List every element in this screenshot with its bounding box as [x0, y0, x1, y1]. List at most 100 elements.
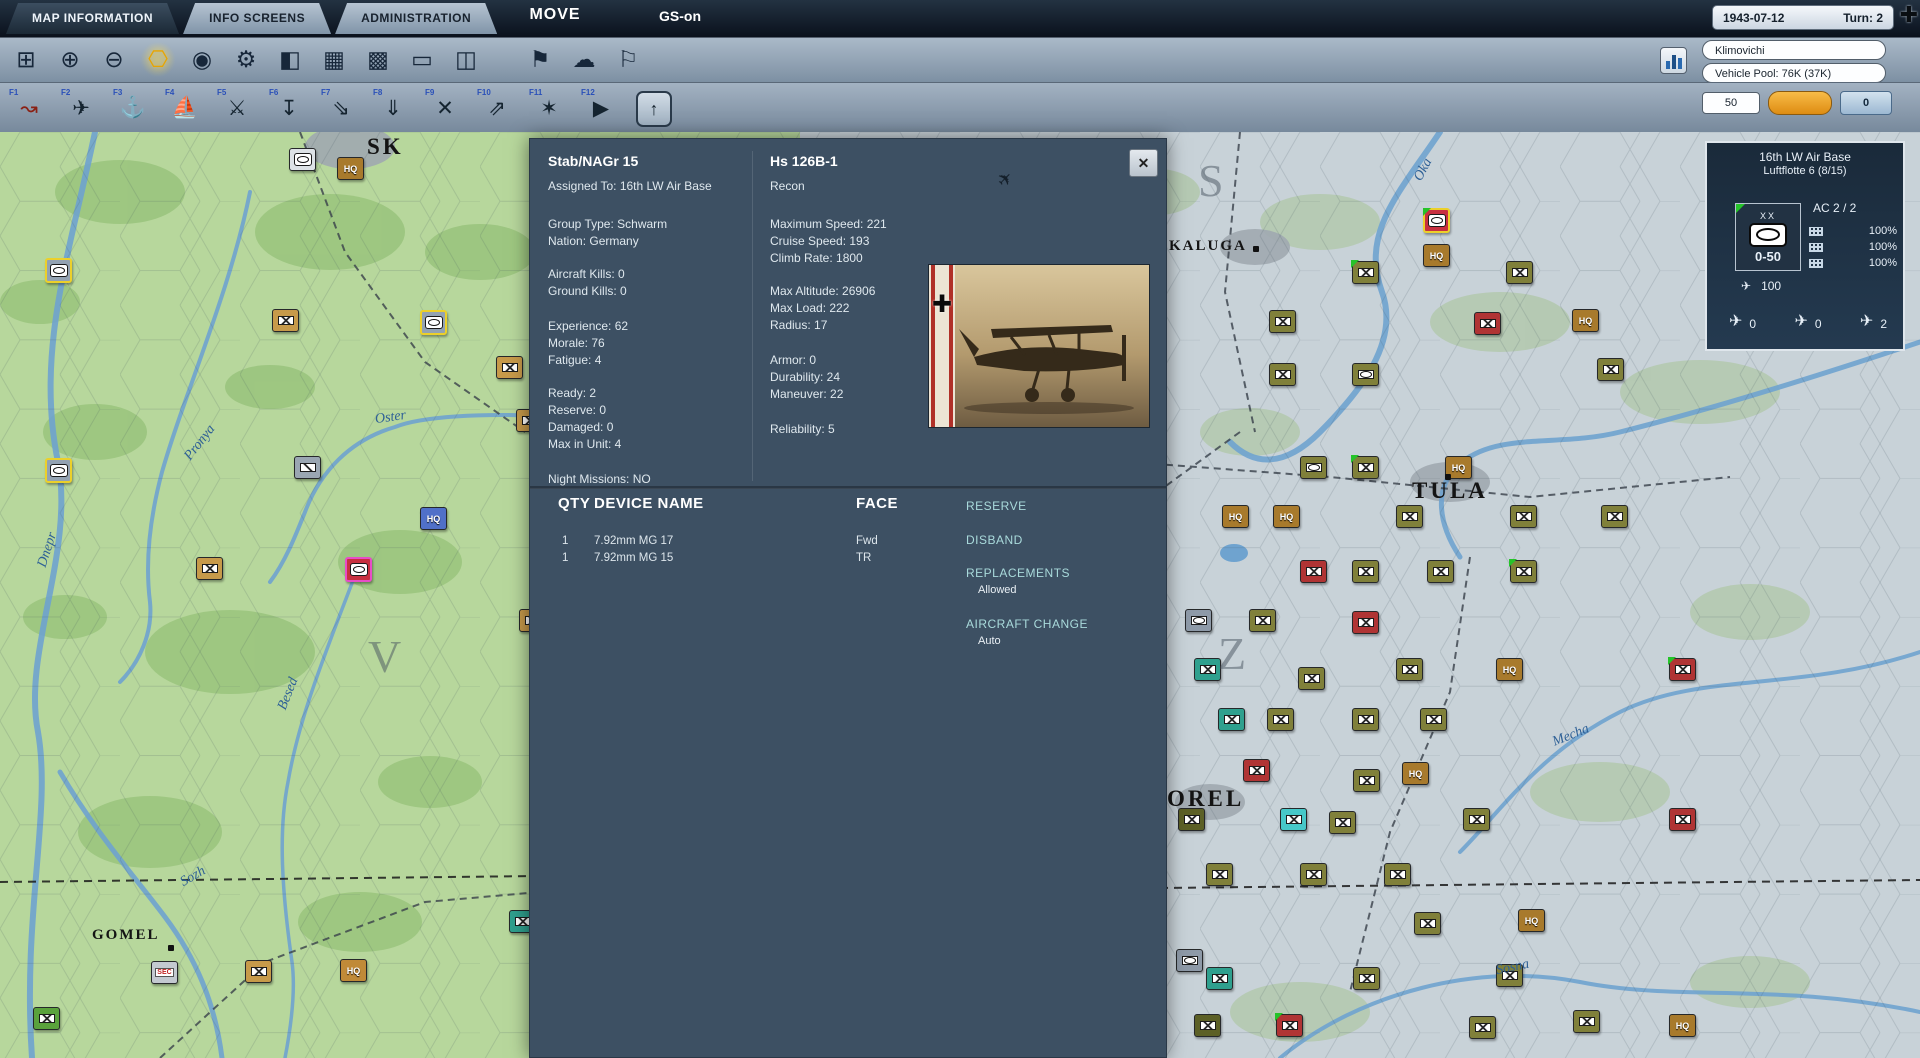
base-name: 16th LW Air Base — [1707, 150, 1903, 164]
air-lift-icon[interactable]: F10⇗ — [474, 87, 520, 129]
tab-info-screens[interactable]: INFO SCREENS — [183, 3, 331, 34]
map-label: S — [1198, 154, 1224, 207]
damaged: Damaged: 0 — [548, 420, 613, 434]
morale: Morale: 76 — [548, 336, 605, 350]
face-header: FACE — [856, 495, 898, 512]
base-counter[interactable]: XX 0-50 — [1735, 203, 1801, 271]
fkey-label: F6 — [269, 88, 278, 97]
group-type: Group Type: Schwarm — [548, 217, 667, 231]
weather-icon[interactable]: ☁ — [566, 42, 602, 77]
cruise-speed: Cruise Speed: 193 — [770, 234, 869, 248]
tab-administration[interactable]: ADMINISTRATION — [335, 3, 497, 34]
map-label: KALUGA — [1169, 238, 1247, 255]
progress-pill[interactable] — [1768, 91, 1832, 115]
maneuver: Maneuver: 22 — [770, 387, 843, 401]
aircraft-kills: Aircraft Kills: 0 — [548, 267, 625, 281]
tab-map-information[interactable]: MAP INFORMATION — [6, 3, 179, 34]
turn-label: Turn: 2 — [1843, 11, 1883, 25]
max-load: Max Load: 222 — [770, 301, 849, 315]
map-label: Oka — [1411, 156, 1436, 184]
minimap-icon[interactable]: ▭ — [404, 42, 440, 77]
zoom-out-icon[interactable]: ⊖ — [96, 42, 132, 77]
settings-icon[interactable]: ⚙ — [228, 42, 264, 77]
map-label: Pronya — [182, 422, 220, 464]
gs-toggle[interactable]: GS-on — [645, 8, 715, 24]
readiness-row: 100% — [1809, 255, 1897, 271]
aircraft-change-link[interactable]: AIRCRAFT CHANGE — [966, 617, 1088, 631]
execute-icon[interactable]: F12▶ — [578, 87, 624, 129]
naval-air-icon[interactable]: F3⚓ — [110, 87, 156, 129]
ground-attack-icon[interactable]: F7⇘ — [318, 87, 364, 129]
city-dot — [1445, 474, 1451, 480]
air-directive-icon[interactable]: F1↝ — [6, 87, 52, 129]
reserve-link[interactable]: RESERVE — [966, 499, 1027, 513]
durability: Durability: 24 — [770, 370, 840, 384]
zoom-in-icon[interactable]: ⊕ — [52, 42, 88, 77]
hex-mode-icon[interactable]: ⎔ — [140, 42, 176, 77]
assigned-to: Assigned To: 16th LW Air Base — [548, 179, 712, 193]
air-transfer-icon[interactable]: F2✈ — [58, 87, 104, 129]
aircraft-photo: ✚ — [928, 264, 1150, 428]
column-divider — [752, 151, 753, 481]
tail-band: ✚ — [929, 265, 955, 427]
replacements-link[interactable]: REPLACEMENTS — [966, 566, 1070, 580]
top-menu-bar: MAP INFORMATIONINFO SCREENSADMINISTRATIO… — [0, 0, 1920, 37]
air-landing-icon[interactable]: F6↧ — [266, 87, 312, 129]
fkey-label: F7 — [321, 88, 330, 97]
climb-rate: Climb Rate: 1800 — [770, 251, 863, 265]
ground-kills: Ground Kills: 0 — [548, 284, 627, 298]
range-value: 100 — [1761, 279, 1781, 293]
stats-icon[interactable]: ▩ — [360, 42, 396, 77]
plane-icon: ✈ — [1860, 311, 1873, 331]
aircraft-model: Hs 126B-1 — [770, 153, 838, 169]
status-grid-icon — [1809, 243, 1823, 252]
fkey-label: F4 — [165, 88, 174, 97]
chart-icon[interactable] — [1660, 47, 1687, 74]
plane-icon: ✈ — [1741, 279, 1751, 293]
aircraft-count: ✈2 — [1860, 311, 1887, 331]
aircraft-count: ✈0 — [1794, 311, 1821, 331]
map-overlay-icon[interactable]: ◧ — [272, 42, 308, 77]
night-missions: Night Missions: NO — [548, 472, 651, 486]
aircraft-change-value: Auto — [978, 635, 1001, 647]
readiness-list: 100%100%100% — [1809, 223, 1897, 271]
aircraft-count-label: AC 2 / 2 — [1813, 201, 1856, 215]
disband-link[interactable]: DISBAND — [966, 533, 1023, 547]
bookmark-icon[interactable]: ⚑ — [522, 42, 558, 77]
counters-icon[interactable]: ◉ — [184, 42, 220, 77]
end-flag-icon[interactable]: ⚐ — [610, 42, 646, 77]
turn-date-box: 1943-07-12 Turn: 2 — [1712, 5, 1894, 30]
fkey-label: F8 — [373, 88, 382, 97]
map-label: OREL — [1167, 786, 1244, 812]
max-speed: Maximum Speed: 221 — [770, 217, 887, 231]
windows-icon[interactable]: ⊞ — [8, 42, 44, 77]
armor: Armor: 0 — [770, 353, 816, 367]
close-icon[interactable]: ✕ — [1129, 149, 1158, 177]
group-name: Stab/NAGr 15 — [548, 153, 638, 169]
base-command: Luftflotte 6 (8/15) — [1707, 165, 1903, 177]
naval-patrol-icon[interactable]: F4⛵ — [162, 87, 208, 129]
strike-icon[interactable]: F11✶ — [526, 87, 572, 129]
fkey-label: F11 — [529, 88, 542, 97]
map-label: SK — [367, 134, 404, 160]
counter-strength: 0-50 — [1755, 249, 1781, 264]
move-mode-label[interactable]: MOVE — [515, 6, 595, 24]
bombing-icon[interactable]: F8⇓ — [370, 87, 416, 129]
map-toolbar: ⊞⊕⊖⎔◉⚙◧▦▩▭◫⚑☁⚐ Klimovichi Vehicle Pool: … — [0, 37, 1920, 82]
screens-icon[interactable]: ◫ — [448, 42, 484, 77]
map-label: GOMEL — [92, 927, 160, 944]
map-label: TULA — [1412, 478, 1488, 504]
recon-mission-icon[interactable]: F9✕ — [422, 87, 468, 129]
menu-tabs: MAP INFORMATIONINFO SCREENSADMINISTRATIO… — [6, 3, 497, 34]
crosshair-icon[interactable]: ✚ — [1900, 2, 1918, 28]
air-superiority-icon[interactable]: F5⚔ — [214, 87, 260, 129]
nation: Nation: Germany — [548, 234, 639, 248]
aircraft-icon: ✈ — [993, 167, 1019, 193]
game-window: MAP INFORMATIONINFO SCREENSADMINISTRATIO… — [0, 0, 1920, 1058]
ready: Ready: 2 — [548, 386, 596, 400]
fkey-label: F5 — [217, 88, 226, 97]
unit-list-icon[interactable]: ▦ — [316, 42, 352, 77]
up-level-button[interactable]: ↑ — [636, 91, 672, 127]
fkey-label: F2 — [61, 88, 70, 97]
blue-counter-box: 0 — [1840, 91, 1892, 115]
